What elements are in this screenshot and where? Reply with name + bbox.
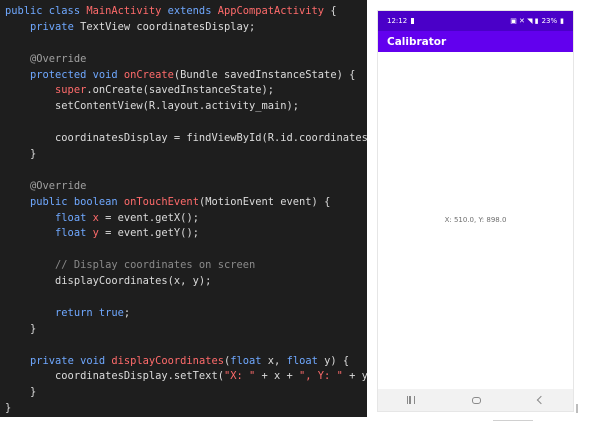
recent-apps-icon[interactable]: [406, 396, 415, 404]
code-line: @Override: [5, 179, 367, 195]
code-token: x,: [267, 354, 287, 367]
code-line: super.onCreate(savedInstanceState);: [5, 83, 367, 99]
code-token: }: [5, 402, 12, 415]
code-token: y) {: [324, 354, 350, 367]
code-token: AppCompatActivity: [217, 5, 325, 17]
code-token: @Override: [30, 179, 87, 192]
code-line: displayCoordinates(x, y);: [5, 274, 367, 290]
code-token: + y);: [349, 370, 367, 383]
code-token: + x +: [255, 370, 300, 383]
code-line: }: [5, 385, 367, 401]
code-text[interactable]: public class MainActivity extends AppCom…: [5, 4, 367, 417]
code-token: return true: [55, 306, 124, 319]
status-time: 12:12: [387, 17, 408, 25]
code-token: .onCreate(savedInstanceState);: [86, 84, 274, 97]
code-line: protected void onCreate(Bundle savedInst…: [5, 68, 367, 84]
code-token: MainActivity: [86, 5, 168, 17]
battery-percentage: 23%: [541, 17, 558, 25]
code-token: private: [30, 20, 81, 33]
code-token: onTouchEvent: [123, 195, 199, 208]
code-token: }: [5, 322, 37, 335]
code-token: ", Y: ": [299, 370, 343, 383]
code-editor[interactable]: public class MainActivity extends AppCom…: [0, 0, 367, 417]
code-token: @Override: [30, 52, 87, 65]
code-token: TextView coordinatesDisplay;: [80, 20, 256, 33]
code-line: coordinatesDisplay.setText("X: " + x + "…: [5, 369, 367, 385]
code-token: = event.getY();: [98, 227, 199, 240]
code-line: private TextView coordinatesDisplay;: [5, 20, 367, 36]
code-line: coordinatesDisplay = findViewById(R.id.c…: [5, 131, 367, 147]
notification-icon: [411, 18, 415, 24]
code-line: private void displayCoordinates(float x,…: [5, 354, 367, 370]
code-token: coordinatesDisplay = findViewById(R.id.c…: [5, 132, 367, 145]
code-token: (Bundle savedInstanceState) {: [173, 68, 356, 81]
code-token: // Display coordinates on screen: [55, 259, 256, 272]
code-line: public boolean onTouchEvent(MotionEvent …: [5, 195, 367, 211]
navigation-bar: [378, 389, 573, 411]
code-token: displayCoordinates(x, y);: [5, 275, 212, 288]
code-line: }: [5, 147, 367, 163]
app-title: Calibrator: [387, 35, 447, 48]
home-icon[interactable]: [471, 396, 481, 404]
code-token: public boolean: [30, 195, 124, 208]
code-token: float: [230, 354, 268, 367]
app-bar: Calibrator: [378, 31, 573, 52]
code-token: coordinatesDisplay.setText(: [5, 370, 224, 383]
code-line: }: [5, 322, 367, 338]
android-emulator[interactable]: 12:12 ▣ ✕ ◥ ▮ 23% ▮ Calibrator X: 510.0,…: [377, 10, 574, 412]
code-line: return true;: [5, 306, 367, 322]
code-line: }: [5, 401, 367, 417]
code-token: = event.getX();: [98, 211, 199, 224]
code-line: // Display coordinates on screen: [5, 258, 367, 274]
divider: [493, 420, 533, 421]
code-token: private void: [30, 354, 112, 367]
status-bar: 12:12 ▣ ✕ ◥ ▮ 23% ▮: [378, 11, 573, 31]
code-token: extends: [167, 5, 218, 17]
coordinates-text: X: 510.0, Y: 898.0: [444, 216, 507, 224]
resize-handle[interactable]: [576, 404, 578, 413]
code-line: setContentView(R.layout.activity_main);: [5, 99, 367, 115]
code-token: onCreate: [123, 68, 174, 81]
code-token: (MotionEvent event) {: [198, 195, 331, 208]
code-token: displayCoordinates: [111, 354, 224, 367]
code-token: float: [55, 211, 93, 224]
code-token: protected void: [30, 68, 124, 81]
code-token: {: [324, 5, 337, 17]
code-token: "X: ": [223, 370, 256, 383]
code-line: float x = event.getX();: [5, 211, 367, 227]
code-line: float y = event.getY();: [5, 226, 367, 242]
code-token: }: [5, 386, 37, 399]
code-token: public class: [5, 5, 87, 17]
code-token: float: [286, 354, 325, 367]
status-icons: ▣ ✕ ◥ ▮: [510, 17, 539, 25]
back-icon[interactable]: [537, 395, 546, 405]
battery-icon: ▮: [560, 17, 564, 25]
code-token: }: [5, 148, 37, 161]
code-token: float: [55, 227, 93, 240]
code-token: ;: [123, 306, 131, 319]
code-line: @Override: [5, 52, 367, 68]
code-line: public class MainActivity extends AppCom…: [5, 4, 367, 20]
code-token: super: [55, 84, 87, 97]
code-token: setContentView(R.layout.activity_main);: [5, 100, 300, 113]
